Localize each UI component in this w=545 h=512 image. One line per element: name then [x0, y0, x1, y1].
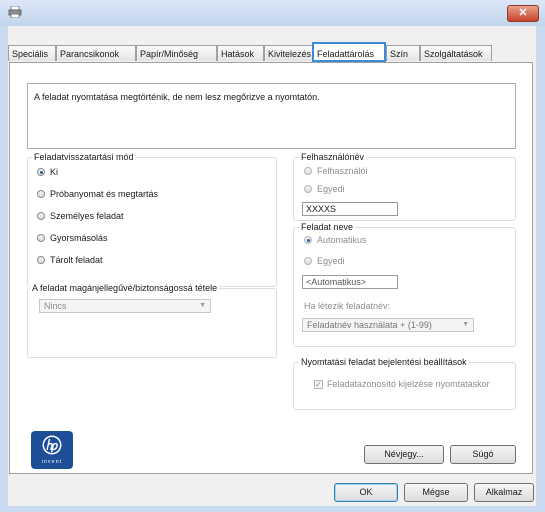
tab-strip: Speciális Parancsikonok Papír/Minőség Ha… — [8, 42, 536, 62]
radio-personal-job[interactable]: Személyes feladat — [37, 211, 124, 221]
radio-job-name-custom[interactable]: Egyedi — [304, 256, 345, 266]
radio-custom-user[interactable]: Egyedi — [304, 184, 345, 194]
radio-icon — [304, 257, 312, 265]
radio-job-mode-off[interactable]: Ki — [37, 167, 58, 177]
if-exists-label: Ha létezik feladatnév: — [304, 301, 391, 311]
privacy-title: A feladat magánjellegűvé/biztonságossá t… — [30, 283, 220, 293]
job-name-field[interactable]: <Automatikus> — [302, 275, 398, 289]
dialog-client-area: Speciális Parancsikonok Papír/Minőség Ha… — [8, 26, 536, 506]
chevron-down-icon: ▼ — [462, 321, 469, 328]
help-button[interactable]: Súgó — [450, 445, 516, 464]
radio-stored-job[interactable]: Tárolt feladat — [37, 255, 103, 265]
status-message: A feladat nyomtatása megtörténik, de nem… — [34, 92, 320, 102]
job-mode-title: Feladatvisszatartási mód — [32, 152, 136, 162]
radio-selected-icon — [304, 236, 312, 244]
tab-finishing[interactable]: Kivitelezés — [264, 45, 316, 61]
if-exists-select[interactable]: Feladatnév használata + (1-99) ▼ — [302, 318, 474, 332]
username-field[interactable]: XXXXS — [302, 202, 398, 216]
logo-text: invent — [42, 459, 63, 465]
cancel-button[interactable]: Mégse — [404, 483, 468, 502]
radio-selected-icon — [37, 168, 45, 176]
radio-icon — [304, 185, 312, 193]
job-storage-panel: A feladat nyomtatása megtörténik, de nem… — [9, 62, 533, 474]
ok-button[interactable]: OK — [334, 483, 398, 502]
tab-paper-quality[interactable]: Papír/Minőség — [136, 45, 217, 61]
tab-color[interactable]: Szín — [386, 45, 420, 61]
tab-job-storage[interactable]: Feladattárolás — [312, 42, 386, 62]
status-message-box: A feladat nyomtatása megtörténik, de nem… — [27, 83, 516, 149]
radio-icon — [37, 190, 45, 198]
chevron-down-icon: ▼ — [199, 302, 206, 309]
radio-icon — [37, 234, 45, 242]
job-mode-group — [27, 157, 277, 287]
close-button[interactable]: ✕ — [507, 5, 539, 22]
job-name-title: Feladat neve — [299, 222, 356, 232]
radio-quick-copy[interactable]: Gyorsmásolás — [37, 233, 108, 243]
printer-icon — [8, 6, 22, 18]
tab-effects[interactable]: Hatások — [217, 45, 264, 61]
hp-logo: invent — [31, 431, 73, 469]
about-button[interactable]: Névjegy... — [364, 445, 444, 464]
notify-title: Nyomtatási feladat bejelentési beállítás… — [299, 357, 469, 367]
radio-user-name[interactable]: Felhasználói — [304, 166, 368, 176]
privacy-select[interactable]: Nincs ▼ — [39, 299, 211, 313]
radio-icon — [37, 212, 45, 220]
radio-job-name-auto[interactable]: Automatikus — [304, 235, 367, 245]
tab-services[interactable]: Szolgáltatások — [420, 45, 492, 61]
radio-proof-and-hold[interactable]: Próbanyomat és megtartás — [37, 189, 158, 199]
username-title: Felhasználónév — [299, 152, 367, 162]
title-bar: ✕ — [0, 0, 545, 26]
radio-icon — [304, 167, 312, 175]
apply-button[interactable]: Alkalmaz — [474, 483, 534, 502]
tab-advanced[interactable]: Speciális — [8, 45, 56, 61]
checkmark-icon: ✓ — [314, 379, 323, 389]
printer-properties-window: ✕ Speciális Parancsikonok Papír/Minőség … — [0, 0, 545, 512]
tab-shortcuts[interactable]: Parancsikonok — [56, 45, 136, 61]
radio-icon — [37, 256, 45, 264]
checkbox-show-job-id[interactable]: ✓ Feladatazonosító kijelzése nyomtatáskor — [314, 379, 490, 389]
